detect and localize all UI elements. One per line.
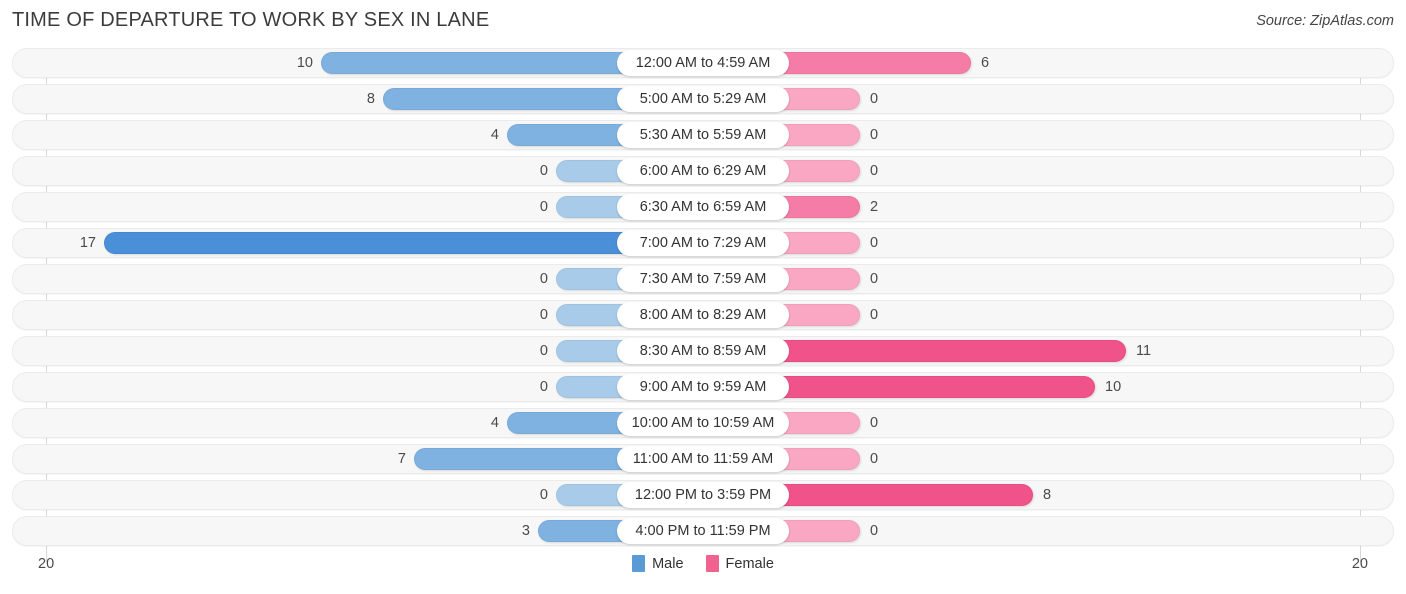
value-label-female: 8: [1043, 487, 1052, 503]
table-row[interactable]: 4 0 5:30 AM to 5:59 AM: [0, 120, 1406, 150]
category-label: 6:30 AM to 6:59 AM: [617, 194, 789, 220]
category-label: 6:00 AM to 6:29 AM: [617, 158, 789, 184]
legend-swatch-icon: [632, 555, 646, 572]
category-label: 12:00 PM to 3:59 PM: [617, 482, 789, 508]
table-row[interactable]: 3 0 4:00 PM to 11:59 PM: [0, 516, 1406, 546]
bar-female[interactable]: [777, 484, 1033, 506]
value-label-female: 0: [870, 307, 879, 323]
chart-legend: Male Female: [0, 555, 1406, 572]
category-label: 4:00 PM to 11:59 PM: [617, 518, 789, 544]
category-label: 7:30 AM to 7:59 AM: [617, 266, 789, 292]
value-label-female: 0: [870, 163, 879, 179]
value-label-female: 0: [870, 451, 879, 467]
bar-female[interactable]: [777, 160, 860, 182]
value-label-female: 0: [870, 127, 879, 143]
bar-female[interactable]: [777, 448, 860, 470]
table-row[interactable]: 0 10 9:00 AM to 9:59 AM: [0, 372, 1406, 402]
bar-female[interactable]: [777, 88, 860, 110]
table-row[interactable]: 0 0 8:00 AM to 8:29 AM: [0, 300, 1406, 330]
bar-female[interactable]: [777, 520, 860, 542]
legend-label: Male: [652, 555, 684, 572]
legend-item-female[interactable]: Female: [705, 555, 774, 572]
table-row[interactable]: 4 0 10:00 AM to 10:59 AM: [0, 408, 1406, 438]
table-row[interactable]: 0 11 8:30 AM to 8:59 AM: [0, 336, 1406, 366]
bar-female[interactable]: [777, 376, 1095, 398]
chart-plot-area: 10 6 12:00 AM to 4:59 AM 8 0 5:00 AM to 5:29 …: [0, 44, 1406, 562]
chart-footer: 20 20 Male Female: [0, 550, 1406, 594]
value-label-male: 10: [296, 55, 313, 71]
bar-rows-container: 10 6 12:00 AM to 4:59 AM 8 0 5:00 AM to 5:29 …: [0, 48, 1406, 552]
value-label-male: 0: [539, 487, 548, 503]
value-label-male: 7: [397, 451, 406, 467]
table-row[interactable]: 17 0 7:00 AM to 7:29 AM: [0, 228, 1406, 258]
table-row[interactable]: 0 8 12:00 PM to 3:59 PM: [0, 480, 1406, 510]
legend-label: Female: [725, 555, 774, 572]
value-label-male: 0: [539, 271, 548, 287]
bar-male[interactable]: [414, 448, 641, 470]
bar-female[interactable]: [777, 304, 860, 326]
bar-female[interactable]: [777, 268, 860, 290]
category-label: 8:00 AM to 8:29 AM: [617, 302, 789, 328]
value-label-male: 3: [521, 523, 530, 539]
category-label: 5:00 AM to 5:29 AM: [617, 86, 789, 112]
bar-male[interactable]: [104, 232, 641, 254]
bar-female[interactable]: [777, 340, 1126, 362]
value-label-female: 0: [870, 91, 879, 107]
page-title: TIME OF DEPARTURE TO WORK BY SEX IN LANE: [12, 9, 490, 31]
category-label: 7:00 AM to 7:29 AM: [617, 230, 789, 256]
table-row[interactable]: 7 0 11:00 AM to 11:59 AM: [0, 444, 1406, 474]
table-row[interactable]: 0 0 7:30 AM to 7:59 AM: [0, 264, 1406, 294]
value-label-female: 10: [1105, 379, 1122, 395]
category-label: 9:00 AM to 9:59 AM: [617, 374, 789, 400]
table-row[interactable]: 0 2 6:30 AM to 6:59 AM: [0, 192, 1406, 222]
value-label-female: 0: [870, 271, 879, 287]
value-label-male: 17: [79, 235, 96, 251]
table-row[interactable]: 8 0 5:00 AM to 5:29 AM: [0, 84, 1406, 114]
value-label-male: 4: [490, 127, 499, 143]
value-label-female: 0: [870, 523, 879, 539]
bar-female[interactable]: [777, 196, 860, 218]
legend-swatch-icon: [705, 555, 719, 572]
value-label-male: 0: [539, 343, 548, 359]
source-attribution: Source: ZipAtlas.com: [1256, 13, 1394, 29]
category-label: 5:30 AM to 5:59 AM: [617, 122, 789, 148]
bar-male[interactable]: [383, 88, 641, 110]
table-row[interactable]: 0 0 6:00 AM to 6:29 AM: [0, 156, 1406, 186]
value-label-male: 0: [539, 199, 548, 215]
bar-female[interactable]: [777, 232, 860, 254]
value-label-male: 8: [366, 91, 375, 107]
value-label-female: 0: [870, 235, 879, 251]
bar-female[interactable]: [777, 52, 971, 74]
value-label-female: 11: [1136, 343, 1152, 359]
table-row[interactable]: 10 6 12:00 AM to 4:59 AM: [0, 48, 1406, 78]
category-label: 10:00 AM to 10:59 AM: [617, 410, 789, 436]
value-label-female: 2: [870, 199, 879, 215]
category-label: 8:30 AM to 8:59 AM: [617, 338, 789, 364]
value-label-male: 0: [539, 163, 548, 179]
value-label-male: 0: [539, 307, 548, 323]
bar-male[interactable]: [321, 52, 641, 74]
category-label: 12:00 AM to 4:59 AM: [617, 50, 789, 76]
value-label-female: 6: [981, 55, 990, 71]
legend-item-male[interactable]: Male: [632, 555, 684, 572]
chart-header: TIME OF DEPARTURE TO WORK BY SEX IN LANE…: [0, 0, 1406, 44]
category-label: 11:00 AM to 11:59 AM: [617, 446, 789, 472]
bar-female[interactable]: [777, 412, 860, 434]
value-label-male: 4: [490, 415, 499, 431]
bar-female[interactable]: [777, 124, 860, 146]
value-label-female: 0: [870, 415, 879, 431]
value-label-male: 0: [539, 379, 548, 395]
